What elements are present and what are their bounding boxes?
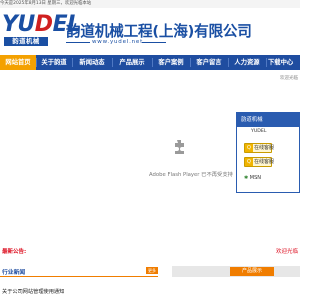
product-section-header: 产品展示 — [172, 266, 300, 277]
flash-unsupported-message: Adobe Flash Player 已不再受支持 — [149, 172, 233, 178]
more-button[interactable]: 更多 — [146, 267, 158, 274]
date-text: 今天是2025年8月13日 星期三，欢迎光临本站 — [0, 1, 92, 6]
msn-link[interactable]: ✱ MSN — [244, 175, 261, 181]
nav-item-cases[interactable]: 客户案例 — [152, 55, 190, 70]
nav-item-messages[interactable]: 客户留言 — [190, 55, 228, 70]
news-title: 关于公司网站管理使用通知 — [2, 289, 65, 295]
website-url: www.yudel.net — [92, 39, 144, 45]
logo[interactable]: YUDEL 韵道机械 — [2, 13, 81, 51]
main-nav: 网站首页 关于韵道 新闻动态 产品展示 客户案例 客户留言 人力资源 下载中心 — [0, 55, 300, 70]
divider — [66, 42, 90, 43]
msn-label: MSN — [249, 175, 262, 181]
nav-separator — [266, 58, 267, 67]
announcement-ticker[interactable]: 欢迎光临 — [276, 247, 298, 255]
plugin-icon — [175, 140, 184, 154]
qq-icon: Q — [245, 158, 253, 166]
qq-button-2[interactable]: Q 在线客服 — [244, 157, 275, 167]
announcement-label: 最新公告: — [2, 249, 27, 255]
qq-label: 在线客服 — [254, 145, 275, 151]
divider — [142, 42, 166, 43]
company-name: 韵道机械工程(上海)有限公司 — [66, 23, 252, 40]
right-welcome-text: 欢迎光临 — [280, 76, 298, 81]
nav-item-about[interactable]: 关于韵道 — [36, 55, 72, 70]
qq-icon: Q — [245, 144, 253, 152]
panel-subtitle: YUDEL — [251, 129, 267, 134]
nav-item-downloads[interactable]: 下载中心 — [268, 55, 304, 70]
industry-news-section: 行业新闻 更多 — [0, 267, 158, 277]
announcement-bar: 最新公告: 欢迎光临 — [0, 246, 300, 258]
nav-item-home[interactable]: 网站首页 — [0, 55, 36, 70]
nav-item-hr[interactable]: 人力资源 — [228, 55, 266, 70]
section-title: 行业新闻 — [2, 270, 26, 276]
qq-button-1[interactable]: Q 在线客服 — [244, 143, 275, 153]
top-bar: 今天是2025年8月13日 星期三，欢迎光临本站 — [0, 0, 300, 8]
header: YUDEL 韵道机械 韵道机械工程(上海)有限公司 www.yudel.net — [0, 8, 300, 54]
nav-item-products[interactable]: 产品展示 — [112, 55, 152, 70]
section-divider — [0, 276, 158, 277]
msn-icon: ✱ — [244, 175, 249, 181]
online-service-panel: 韵道机械 YUDEL Q 在线客服 Q 在线客服 ✱ MSN — [236, 112, 300, 193]
panel-title: 韵道机械 — [237, 113, 299, 127]
logo-cn-subtitle: 韵道机械 — [4, 37, 48, 46]
qq-label: 在线客服 — [254, 159, 275, 165]
nav-item-news[interactable]: 新闻动态 — [72, 55, 112, 70]
tab-products[interactable]: 产品展示 — [230, 267, 274, 276]
list-item[interactable]: 关于公司网站管理使用通知 — [2, 288, 64, 295]
